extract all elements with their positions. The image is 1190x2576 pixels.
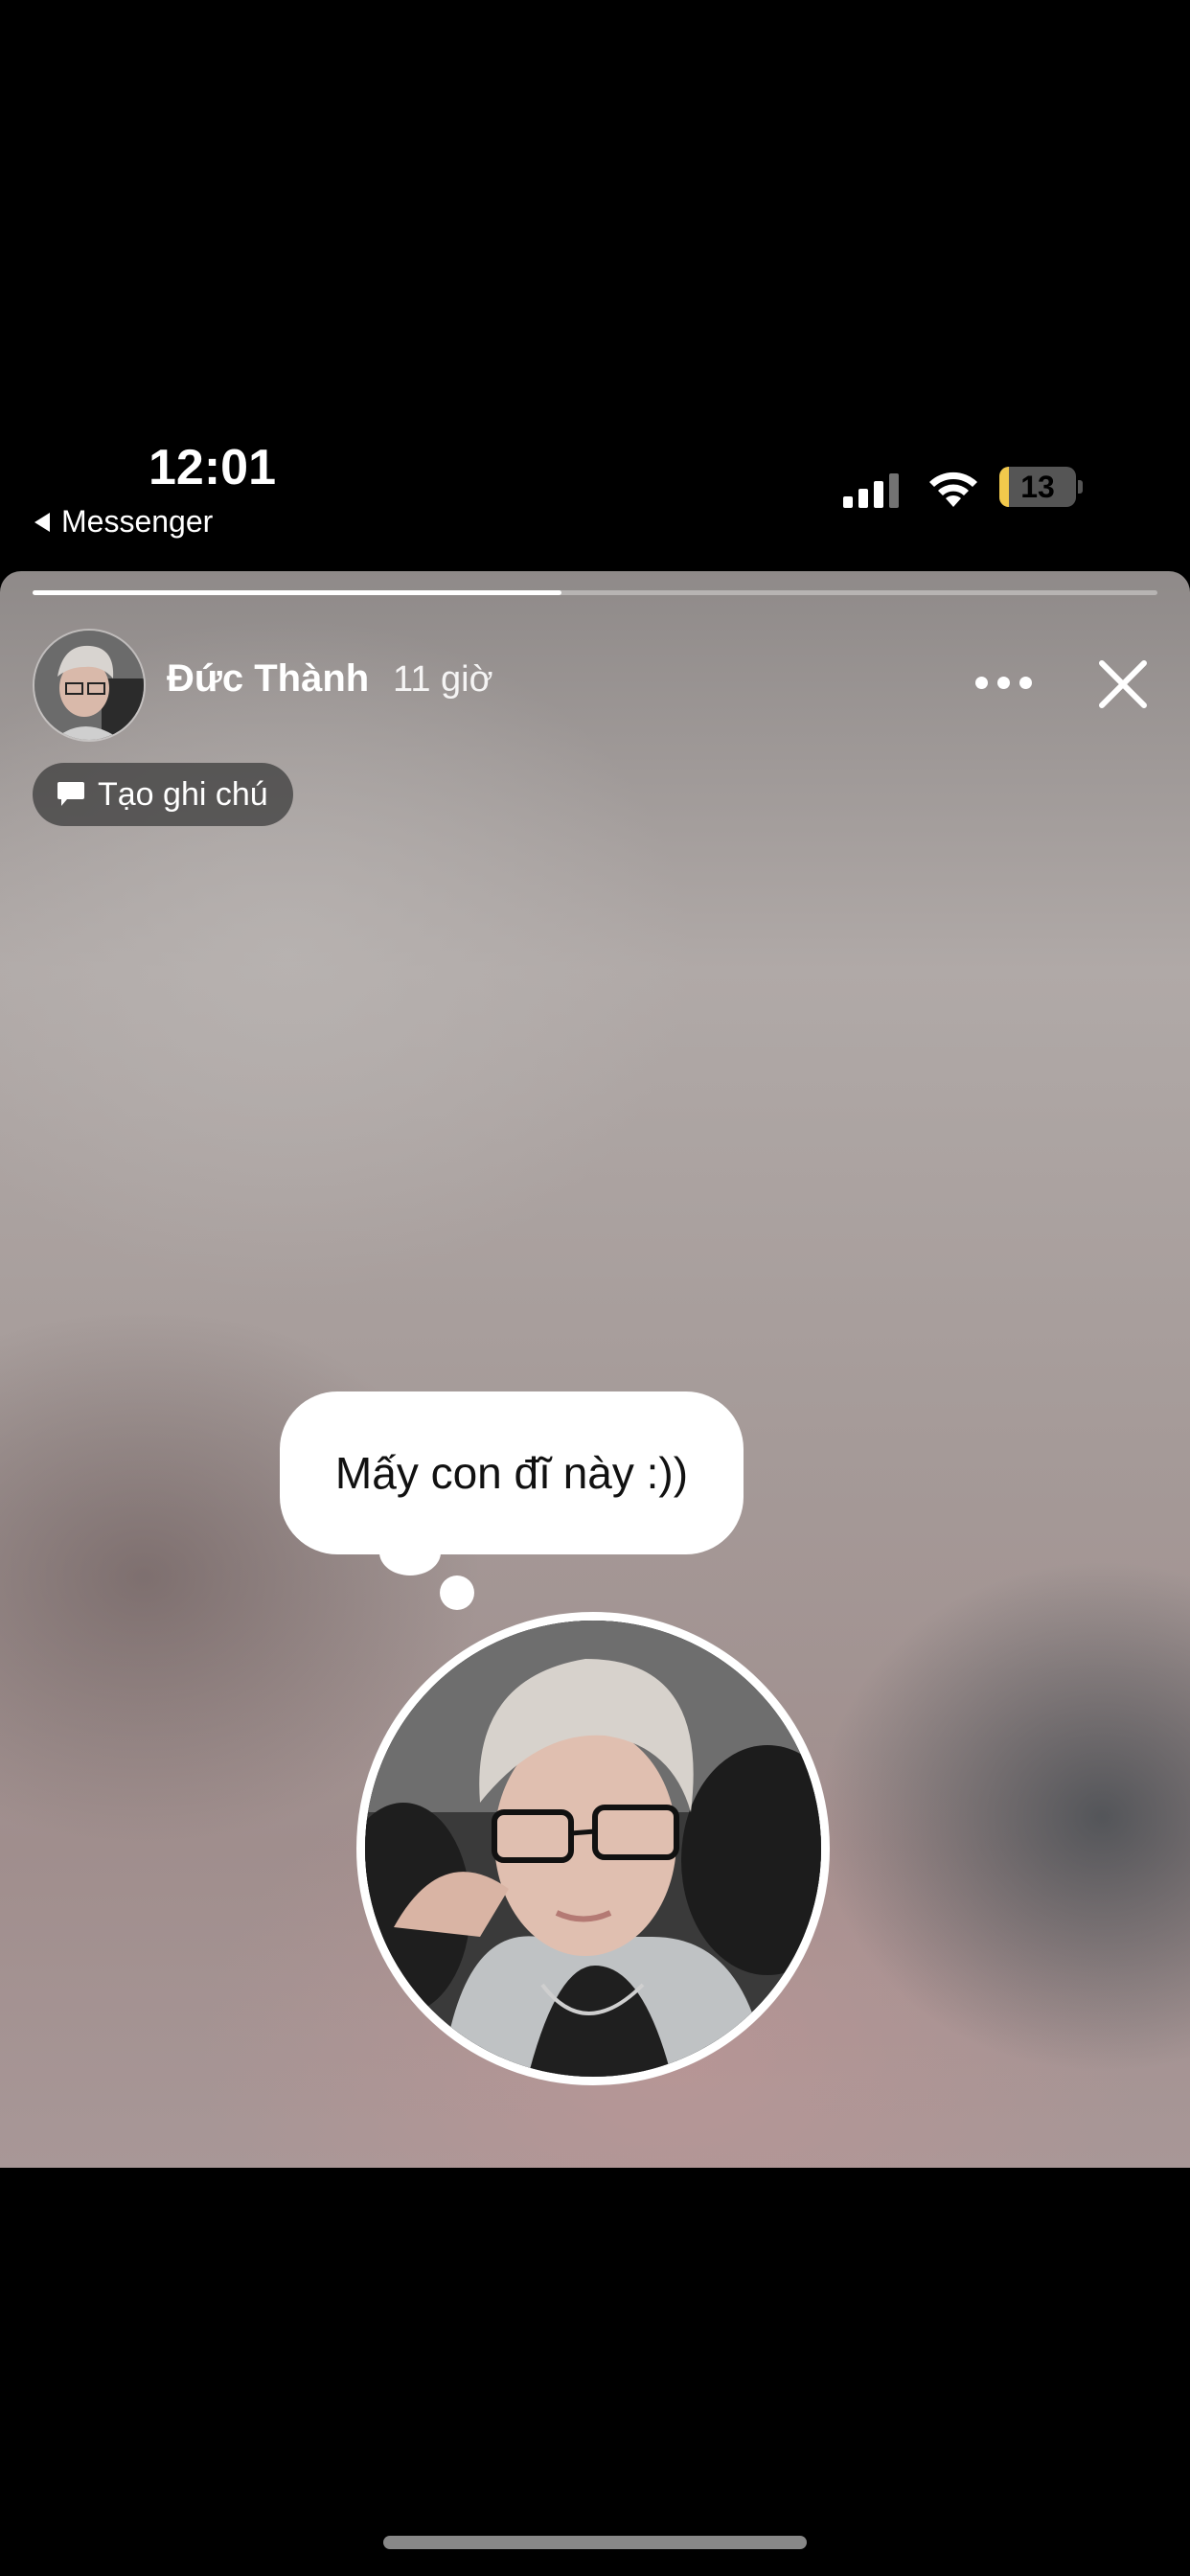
note-bubble: Mấy con đĩ này :))	[280, 1392, 744, 1554]
profile-photo	[356, 1612, 830, 2085]
story-viewer[interactable]: Đức Thành 11 giờ Tạo ghi chú Mấy con đĩ …	[0, 571, 1190, 2168]
back-link-label: Messenger	[61, 504, 214, 539]
back-arrow-icon	[34, 512, 50, 532]
close-icon[interactable]	[1096, 657, 1150, 711]
battery-icon: 13	[999, 467, 1083, 507]
story-progress-bar	[33, 590, 1157, 595]
cellular-signal-icon	[843, 470, 899, 508]
wifi-icon	[929, 472, 977, 507]
more-options-button[interactable]	[970, 663, 1037, 702]
story-progress-fill	[33, 590, 561, 595]
note-bubble-tail-dot	[440, 1576, 474, 1610]
story-post-time: 11 giờ	[393, 659, 493, 700]
note-text: Mấy con đĩ này :))	[334, 1448, 689, 1498]
speech-bubble-icon	[57, 782, 84, 806]
battery-level: 13	[1020, 470, 1055, 504]
create-note-button[interactable]: Tạo ghi chú	[33, 763, 293, 826]
clock-time: 12:01	[149, 440, 276, 495]
user-avatar[interactable]	[33, 629, 146, 742]
home-indicator[interactable]	[383, 2536, 807, 2549]
status-bar: 12:01 Messenger 13	[0, 0, 1190, 565]
back-to-messenger-link[interactable]: Messenger	[34, 504, 213, 540]
create-note-label: Tạo ghi chú	[98, 775, 268, 813]
story-user-name[interactable]: Đức Thành	[167, 657, 369, 701]
